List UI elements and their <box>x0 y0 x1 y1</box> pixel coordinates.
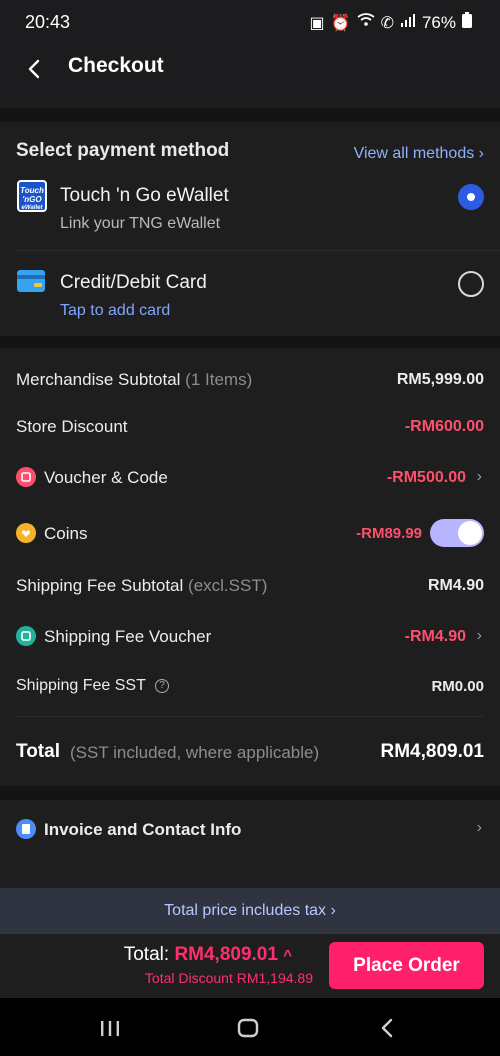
battery-level: 76% <box>421 12 456 32</box>
home-icon[interactable] <box>236 1016 260 1040</box>
chevron-up-icon[interactable]: ^ <box>283 947 292 964</box>
shipping-voucher-value[interactable]: -RM4.90 <box>405 628 466 646</box>
payment-section-title: Select payment method <box>16 140 230 161</box>
bottom-total-amount: RM4,809.01 <box>174 944 278 965</box>
call-icon: ✆ <box>380 14 394 32</box>
nav-back-icon[interactable] <box>376 1016 400 1040</box>
alarm-icon: ⏰ <box>330 14 351 32</box>
store-discount-label: Store Discount <box>16 417 128 436</box>
invoice-chevron-icon[interactable]: › <box>477 819 482 837</box>
page-title: Checkout <box>68 54 164 77</box>
shipping-subtotal-note: (excl.SST) <box>188 576 268 595</box>
add-card-link[interactable]: Tap to add card <box>60 302 170 320</box>
battery-icon <box>462 12 472 33</box>
recent-apps-icon[interactable] <box>98 1016 122 1040</box>
app-header: Checkout <box>0 44 500 108</box>
tng-logo-text-2: 'nGO <box>22 195 42 204</box>
voucher-chevron-icon[interactable]: › <box>477 468 482 486</box>
status-icons: ▣ ⏰ ✆ 76% <box>310 12 472 33</box>
shipping-subtotal-value: RM4.90 <box>427 577 484 594</box>
voucher-icon <box>16 467 36 487</box>
status-bar: 20:43 ▣ ⏰ ✆ 76% <box>0 0 500 44</box>
shipping-voucher-chevron-icon[interactable]: › <box>477 627 482 645</box>
divider <box>16 716 484 717</box>
tng-logo-text-3: eWallet <box>21 205 43 211</box>
coins-label: Coins <box>44 524 88 543</box>
invoice-section[interactable]: Invoice and Contact Info › <box>0 800 500 888</box>
total-value: RM4,809.01 <box>380 741 484 762</box>
total-label: Total <box>16 741 60 762</box>
bottom-total-label: Total: <box>123 944 170 965</box>
total-discount: Total Discount RM1,194.89 <box>144 970 313 986</box>
order-summary-section: Merchandise Subtotal (1 Items) RM5,999.0… <box>0 348 500 786</box>
total-note: (SST included, where applicable) <box>70 743 320 762</box>
tng-ewallet-radio[interactable] <box>458 184 484 210</box>
shipping-sst-value: RM0.00 <box>431 678 484 695</box>
tng-ewallet-logo-icon: Touch 'nGO eWallet <box>17 180 47 212</box>
divider <box>16 250 500 251</box>
shipping-subtotal-label: Shipping Fee Subtotal (excl.SST) <box>16 576 267 596</box>
store-discount-value: -RM600.00 <box>404 418 484 435</box>
shipping-voucher-label[interactable]: Shipping Fee Voucher <box>44 627 211 647</box>
tng-logo-text-1: Touch <box>20 186 44 195</box>
help-icon[interactable]: ? <box>155 679 169 693</box>
bottom-total[interactable]: Total: RM4,809.01 ^ <box>124 944 292 966</box>
merchandise-subtotal-label: Merchandise Subtotal (1 Items) <box>16 370 252 390</box>
place-order-button[interactable]: Place Order <box>329 942 484 989</box>
view-all-methods-link[interactable]: View all methods › <box>354 145 484 163</box>
tax-info-bar[interactable]: Total price includes tax › <box>0 888 500 934</box>
shipping-sst-label: Shipping Fee SST <box>16 677 146 694</box>
merchandise-subtotal-value: RM5,999.00 <box>396 371 484 388</box>
shipping-voucher-icon <box>16 626 36 646</box>
wifi-icon <box>357 13 375 32</box>
signal-icon <box>400 13 416 32</box>
credit-card-icon <box>17 270 45 292</box>
credit-card-radio[interactable] <box>458 271 484 297</box>
android-icon: ▣ <box>309 14 325 32</box>
coins-value: -RM89.99 <box>356 525 422 542</box>
system-nav-bar <box>0 998 500 1056</box>
back-arrow-icon[interactable] <box>22 56 48 82</box>
voucher-code-value[interactable]: -RM500.00 <box>387 469 466 487</box>
checkout-bottom-bar: Total: RM4,809.01 ^ Total Discount RM1,1… <box>0 934 500 998</box>
tng-ewallet-sub: Link your TNG eWallet <box>60 215 221 232</box>
voucher-code-label[interactable]: Voucher & Code <box>44 468 168 488</box>
invoice-contact-label[interactable]: Invoice and Contact Info <box>44 820 241 840</box>
payment-method-section: Select payment method View all methods ›… <box>0 122 500 336</box>
coins-toggle[interactable] <box>430 519 484 547</box>
invoice-icon <box>16 819 36 839</box>
tng-ewallet-name[interactable]: Touch 'n Go eWallet <box>60 185 229 207</box>
merchandise-subtotal-text: Merchandise Subtotal <box>16 370 181 389</box>
coins-icon <box>16 523 36 543</box>
shipping-subtotal-text: Shipping Fee Subtotal <box>16 576 184 595</box>
merchandise-item-count: (1 Items) <box>185 370 253 389</box>
tax-info-text[interactable]: Total price includes tax › <box>164 902 336 919</box>
credit-card-name[interactable]: Credit/Debit Card <box>60 272 207 294</box>
status-time: 20:43 <box>25 12 71 32</box>
